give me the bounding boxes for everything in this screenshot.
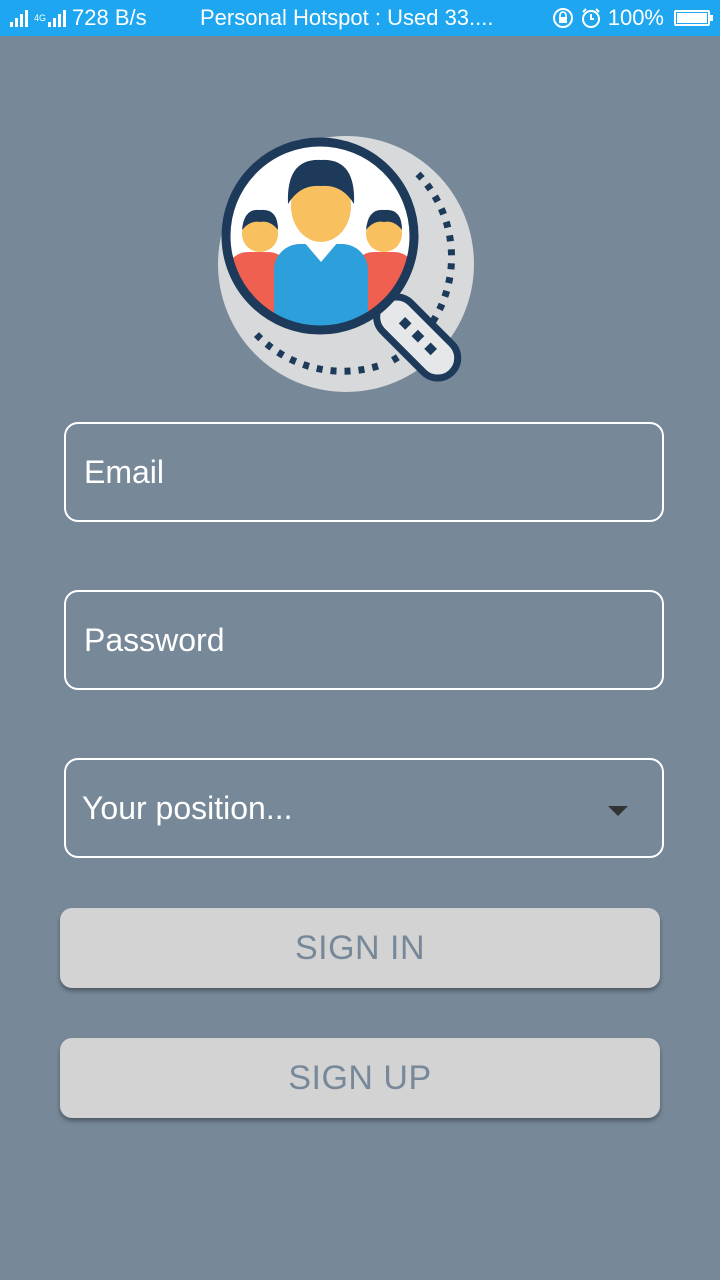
rotation-lock-icon (552, 8, 573, 28)
status-left: 4G 728 B/s (0, 5, 200, 31)
network-type-icon: 4G (34, 12, 47, 23)
network-speed: 728 B/s (72, 5, 147, 30)
alarm-icon (581, 8, 600, 28)
position-select[interactable]: Your position... (64, 758, 664, 858)
status-right: 100% (552, 5, 720, 31)
sign-up-button[interactable]: SIGN UP (60, 1038, 660, 1118)
people-search-logo-icon (218, 136, 474, 392)
signal-icon (10, 9, 28, 27)
dropdown-arrow-icon[interactable] (608, 806, 628, 816)
signal-icon-2 (48, 9, 67, 27)
battery-percent: 100% (607, 5, 664, 30)
password-input[interactable] (82, 620, 626, 660)
status-bar: 4G 728 B/s Personal Hotspot : Used 33...… (0, 0, 720, 36)
password-field[interactable] (64, 590, 664, 690)
hotspot-notification: Personal Hotspot : Used 33.... (200, 5, 494, 30)
email-input[interactable] (82, 452, 626, 492)
email-field[interactable] (64, 422, 664, 522)
network-type-label: 4G (34, 12, 47, 23)
battery-fill (677, 13, 707, 23)
position-select-value: Your position... (82, 789, 293, 826)
sign-in-button[interactable]: SIGN IN (60, 908, 660, 988)
battery-icon (674, 10, 713, 26)
